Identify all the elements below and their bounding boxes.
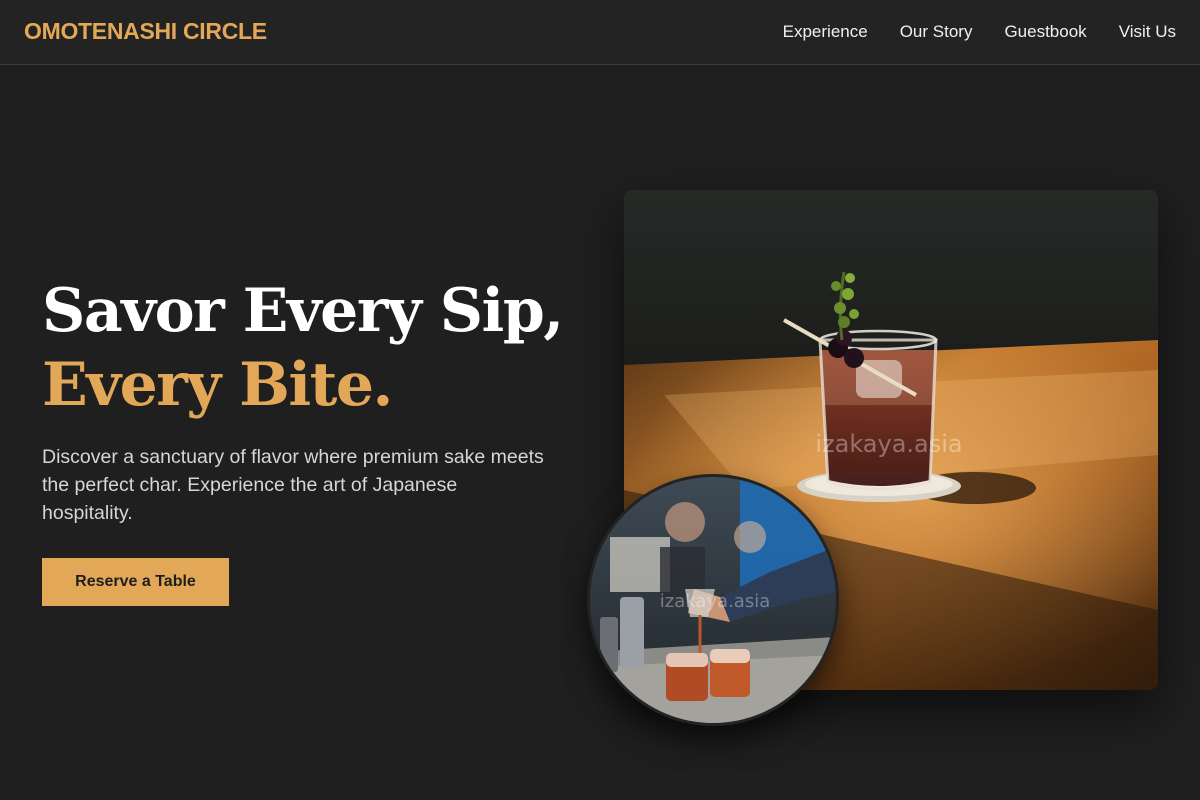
nav-item-visit-us[interactable]: Visit Us bbox=[1119, 22, 1176, 42]
main-photo-watermark: izakaya.asia bbox=[815, 430, 962, 458]
nav-item-experience[interactable]: Experience bbox=[783, 22, 868, 42]
bartender-illustration: izakaya.asia bbox=[590, 477, 836, 723]
hero-description: Discover a sanctuary of flavor where pre… bbox=[42, 446, 544, 524]
nav-item-guestbook[interactable]: Guestbook bbox=[1004, 22, 1086, 42]
hero-headline: Savor Every Sip, Every Bite. bbox=[42, 274, 564, 422]
hero-headline-line2: Every Bite. bbox=[42, 350, 393, 420]
brand-logo[interactable]: OMOTENASHI CIRCLE bbox=[24, 18, 267, 45]
hero-headline-line1: Savor Every Sip, bbox=[42, 276, 564, 346]
nav-item-our-story[interactable]: Our Story bbox=[900, 22, 973, 42]
bartender-photo: izakaya.asia bbox=[587, 474, 839, 726]
top-navigation-bar: OMOTENASHI CIRCLE Experience Our Story G… bbox=[0, 0, 1200, 65]
round-photo-watermark: izakaya.asia bbox=[660, 591, 770, 612]
main-nav: Experience Our Story Guestbook Visit Us bbox=[783, 22, 1176, 42]
reserve-table-button[interactable]: Reserve a Table bbox=[42, 558, 229, 606]
